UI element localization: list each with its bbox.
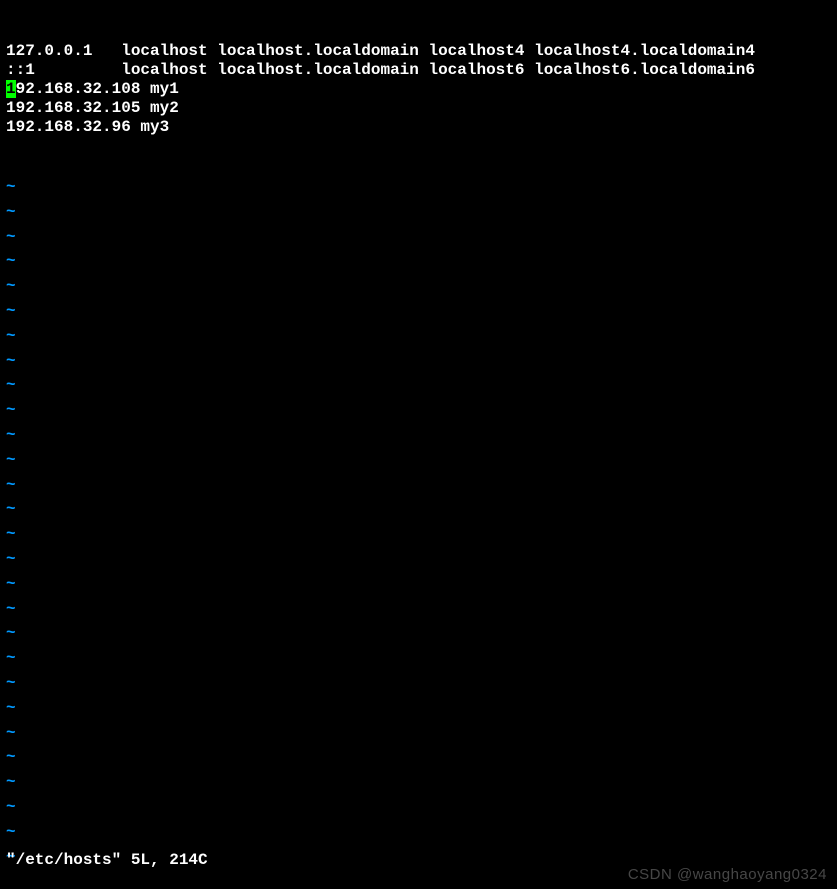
empty-line-tilde: ~ <box>6 547 831 572</box>
empty-line-tilde: ~ <box>6 497 831 522</box>
empty-line-tilde: ~ <box>6 324 831 349</box>
file-content[interactable]: 127.0.0.1 localhost localhost.localdomai… <box>6 42 831 137</box>
file-line[interactable]: 192.168.32.96 my3 <box>6 118 831 137</box>
terminal-editor[interactable]: 127.0.0.1 localhost localhost.localdomai… <box>6 4 831 885</box>
empty-line-tilde: ~ <box>6 249 831 274</box>
empty-line-tilde: ~ <box>6 349 831 374</box>
empty-line-tilde: ~ <box>6 572 831 597</box>
cursor: 1 <box>6 80 16 98</box>
watermark-text: CSDN @wanghaoyang0324 <box>628 866 827 883</box>
empty-line-tilde: ~ <box>6 820 831 845</box>
empty-line-tilde: ~ <box>6 696 831 721</box>
empty-line-tilde: ~ <box>6 597 831 622</box>
empty-line-tilde: ~ <box>6 745 831 770</box>
empty-line-tilde: ~ <box>6 621 831 646</box>
file-line[interactable]: 192.168.32.105 my2 <box>6 99 831 118</box>
file-line[interactable]: 192.168.32.108 my1 <box>6 80 831 99</box>
empty-line-tilde: ~ <box>6 646 831 671</box>
file-line[interactable]: ::1 localhost localhost.localdomain loca… <box>6 61 831 80</box>
empty-line-tilde: ~ <box>6 448 831 473</box>
empty-line-tilde: ~ <box>6 299 831 324</box>
empty-line-tilde: ~ <box>6 423 831 448</box>
empty-lines-region: ~~~~~~~~~~~~~~~~~~~~~~~~~~~~ <box>6 175 831 869</box>
empty-line-tilde: ~ <box>6 225 831 250</box>
empty-line-tilde: ~ <box>6 795 831 820</box>
empty-line-tilde: ~ <box>6 398 831 423</box>
empty-line-tilde: ~ <box>6 473 831 498</box>
empty-line-tilde: ~ <box>6 770 831 795</box>
status-line: "/etc/hosts" 5L, 214C <box>6 851 208 869</box>
file-line[interactable]: 127.0.0.1 localhost localhost.localdomai… <box>6 42 831 61</box>
empty-line-tilde: ~ <box>6 373 831 398</box>
empty-line-tilde: ~ <box>6 671 831 696</box>
empty-line-tilde: ~ <box>6 274 831 299</box>
empty-line-tilde: ~ <box>6 522 831 547</box>
empty-line-tilde: ~ <box>6 200 831 225</box>
empty-line-tilde: ~ <box>6 175 831 200</box>
empty-line-tilde: ~ <box>6 721 831 746</box>
